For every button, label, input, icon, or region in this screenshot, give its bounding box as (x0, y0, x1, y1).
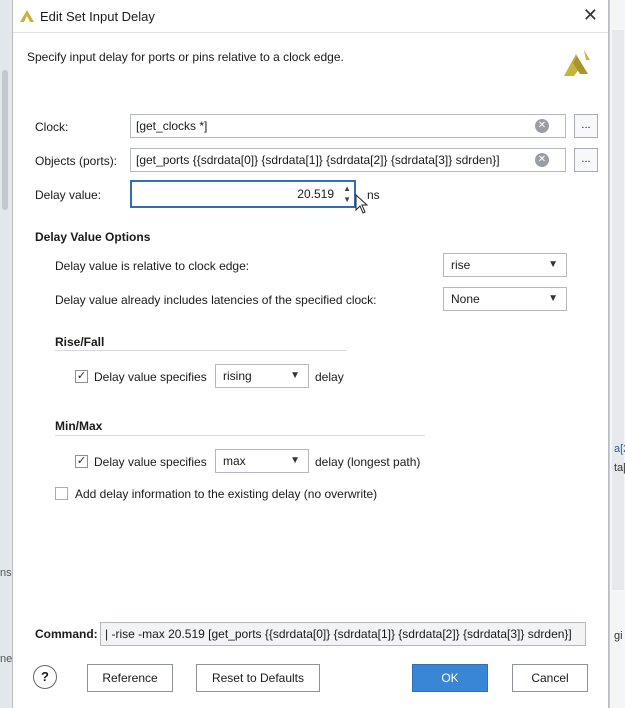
vivado-logo-icon (20, 10, 34, 22)
spinner-arrows-icon[interactable]: ▲ ▼ (343, 183, 351, 205)
min-max-select[interactable]: max ▼ (215, 449, 309, 473)
rise-fall-value: rising (223, 369, 252, 383)
min-max-label: Delay value specifies (94, 455, 207, 469)
chevron-down-icon: ▼ (290, 455, 300, 466)
reference-button[interactable]: Reference (87, 664, 173, 692)
ok-button[interactable]: OK (412, 664, 488, 692)
clock-edge-select[interactable]: rise ▼ (443, 253, 567, 277)
clock-browse-button[interactable]: ... (574, 114, 598, 138)
close-icon[interactable]: ✕ (583, 5, 598, 26)
reset-to-defaults-button[interactable]: Reset to Defaults (196, 664, 320, 692)
delay-value-text: 20.519 (297, 187, 334, 201)
objects-label: Objects (ports): (35, 154, 118, 168)
rise-fall-label: Delay value specifies (94, 370, 207, 384)
clock-label: Clock: (35, 120, 69, 134)
add-delay-label: Add delay information to the existing de… (75, 487, 378, 501)
objects-field[interactable]: [get_ports {{sdrdata[0]} {sdrdata[1]} {s… (130, 148, 566, 172)
mouse-cursor-icon (355, 194, 369, 214)
brand-logo-icon (564, 50, 590, 76)
edit-set-input-delay-dialog: Edit Set Input Delay ✕ Specify input del… (12, 0, 609, 708)
title-bar: Edit Set Input Delay ✕ (13, 0, 608, 33)
latency-label: Delay value already includes latencies o… (55, 293, 377, 307)
background-right-panel: a[2 ta[2 gi (609, 0, 625, 708)
latency-select[interactable]: None ▼ (443, 287, 567, 311)
divider (55, 350, 347, 351)
background-strip (612, 30, 624, 590)
background-text: ta[2 (614, 462, 625, 474)
clear-objects-icon[interactable]: ✕ (535, 153, 549, 167)
help-button[interactable]: ? (33, 665, 57, 689)
min-max-suffix: delay (longest path) (315, 455, 421, 469)
clock-field[interactable]: [get_clocks *] (130, 114, 566, 138)
delay-value-label: Delay value: (35, 188, 102, 202)
window-title: Edit Set Input Delay (40, 9, 155, 24)
clock-edge-value: rise (451, 258, 471, 272)
background-text: gi (614, 630, 623, 642)
command-label: Command: (35, 627, 98, 641)
delay-options-title: Delay Value Options (35, 230, 151, 244)
edge-label: Delay value is relative to clock edge: (55, 259, 250, 273)
chevron-down-icon: ▼ (290, 370, 300, 381)
background-text: a[2 (614, 443, 625, 455)
cancel-button[interactable]: Cancel (512, 664, 588, 692)
latency-value: None (451, 292, 480, 306)
rise-fall-select[interactable]: rising ▼ (215, 364, 309, 388)
dialog-description: Specify input delay for ports or pins re… (27, 50, 344, 64)
background-scrollbar (2, 70, 8, 210)
objects-browse-button[interactable]: ... (574, 148, 598, 172)
clear-clock-icon[interactable]: ✕ (535, 119, 549, 133)
min-max-value: max (223, 454, 246, 468)
chevron-down-icon: ▼ (548, 293, 558, 304)
min-max-checkbox[interactable]: ✓ (75, 455, 88, 468)
rise-fall-title: Rise/Fall (55, 335, 105, 349)
add-delay-checkbox[interactable] (55, 487, 68, 500)
command-preview[interactable]: | -rise -max 20.519 [get_ports {{sdrdata… (100, 622, 586, 646)
chevron-down-icon: ▼ (548, 259, 558, 270)
delay-value-spinner[interactable]: 20.519 ▲ ▼ (130, 180, 356, 208)
min-max-title: Min/Max (55, 419, 103, 433)
rise-fall-suffix: delay (315, 370, 344, 384)
background-text: ns (0, 567, 12, 579)
divider (55, 435, 425, 436)
rise-fall-checkbox[interactable]: ✓ (75, 370, 88, 383)
background-text: ne (0, 653, 13, 665)
